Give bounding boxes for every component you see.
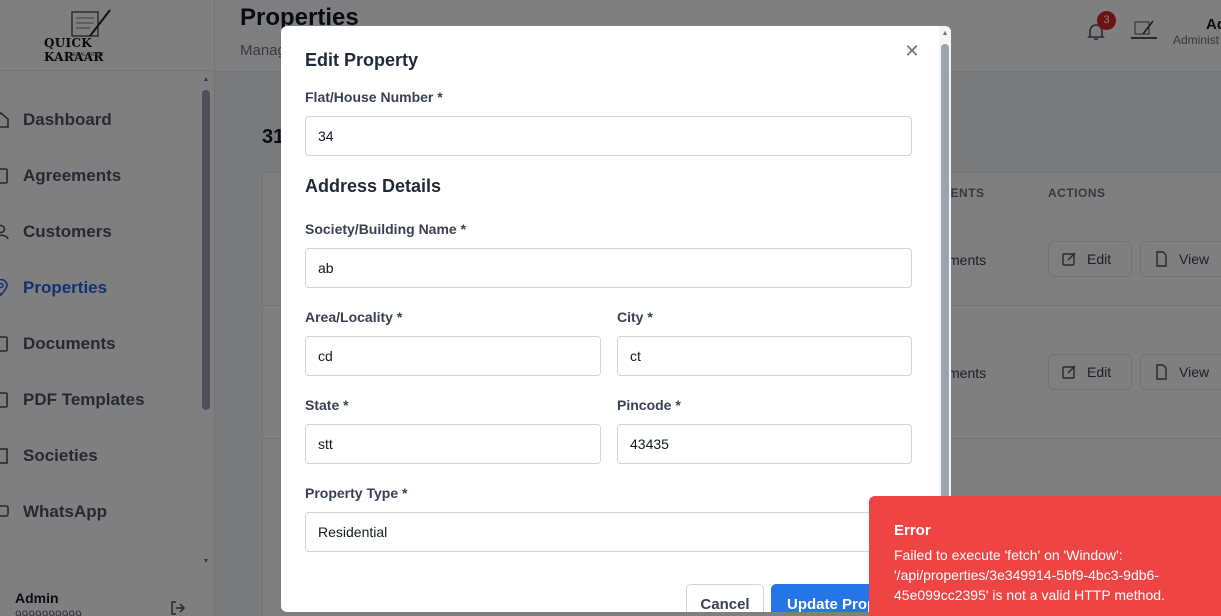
flat-number-input[interactable] xyxy=(305,116,912,156)
society-input[interactable] xyxy=(305,248,912,288)
close-icon[interactable]: ✕ xyxy=(903,42,921,60)
property-type-select[interactable]: Residential xyxy=(305,512,912,552)
property-type-value: Residential xyxy=(318,524,388,540)
city-input[interactable] xyxy=(617,336,912,376)
state-label: State * xyxy=(305,397,349,413)
city-label: City * xyxy=(617,309,653,325)
modal-scroll-up-icon[interactable]: ▲ xyxy=(940,30,950,38)
toast-message: Failed to execute 'fetch' on 'Window': '… xyxy=(894,547,1165,603)
modal-title: Edit Property xyxy=(305,50,419,70)
pincode-input[interactable] xyxy=(617,424,912,464)
property-type-label: Property Type * xyxy=(305,485,408,501)
pincode-label: Pincode * xyxy=(617,397,681,413)
area-input[interactable] xyxy=(305,336,601,376)
area-label: Area/Locality * xyxy=(305,309,403,325)
toast-title: Error xyxy=(894,522,931,539)
error-toast[interactable]: Error Failed to execute 'fetch' on 'Wind… xyxy=(869,496,1221,616)
edit-property-modal: Edit Property ✕ Flat/House Number * Addr… xyxy=(281,26,951,612)
cancel-button[interactable]: Cancel xyxy=(686,584,764,612)
flat-number-label: Flat/House Number * xyxy=(305,89,443,105)
state-input[interactable] xyxy=(305,424,601,464)
society-label: Society/Building Name * xyxy=(305,221,467,237)
address-section-title: Address Details xyxy=(305,176,442,196)
